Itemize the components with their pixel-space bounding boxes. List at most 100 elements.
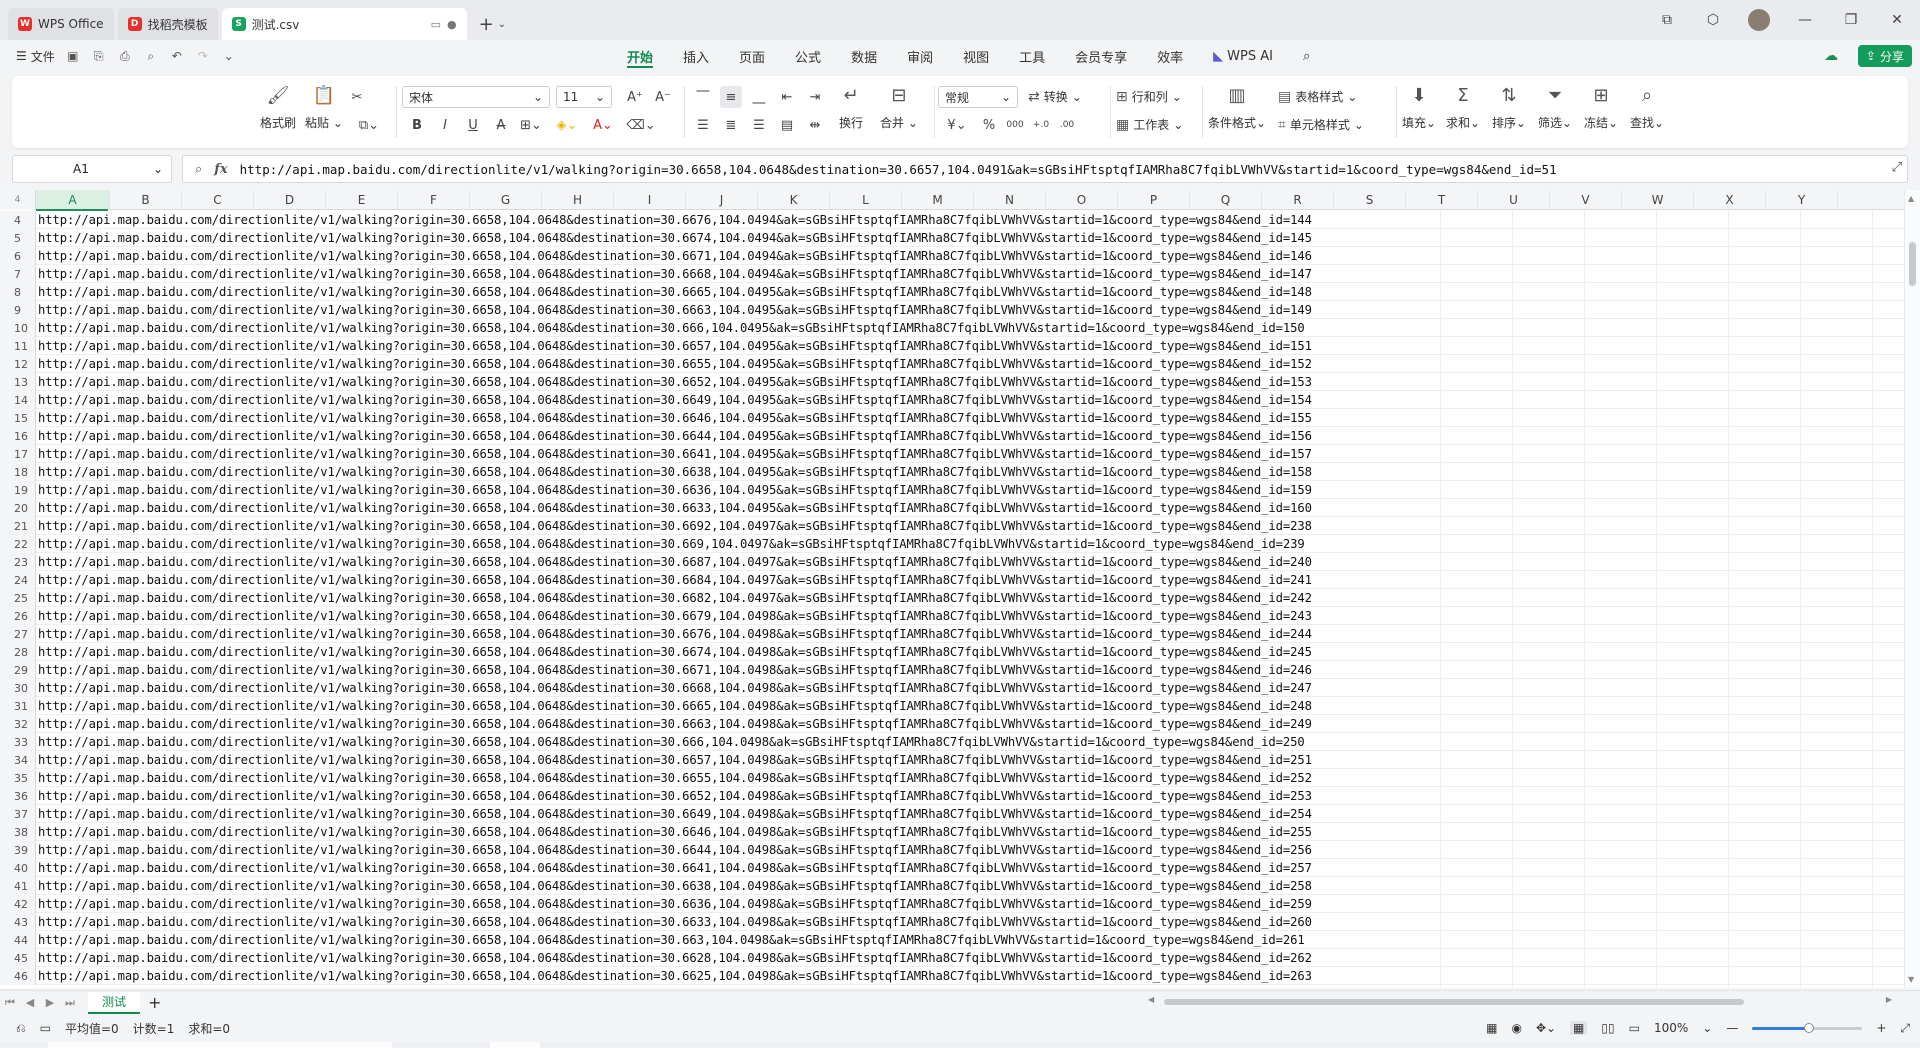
fill-color-icon[interactable]: ◈⌄ (552, 114, 582, 136)
cell-a[interactable]: http://api.map.baidu.com/directionlite/v… (38, 751, 1312, 769)
row-number[interactable]: 28 (0, 643, 36, 661)
row-number[interactable]: 9 (0, 301, 36, 319)
tab-review[interactable]: 审阅 (892, 40, 948, 72)
eye-protection-icon[interactable]: ◉ (1511, 1021, 1521, 1035)
cell-a[interactable]: http://api.map.baidu.com/directionlite/v… (38, 589, 1312, 607)
column-header-x[interactable]: X (1694, 190, 1766, 210)
column-header-i[interactable]: I (614, 190, 686, 210)
cell-a[interactable]: http://api.map.baidu.com/directionlite/v… (38, 517, 1312, 535)
column-header-b[interactable]: B (110, 190, 182, 210)
cell-a[interactable]: http://api.map.baidu.com/directionlite/v… (38, 553, 1312, 571)
window-restore-icon[interactable]: ▭ (431, 18, 441, 31)
tab-docer-templates[interactable]: D 找稻壳模板 (117, 8, 218, 40)
cell-a[interactable]: http://api.map.baidu.com/directionlite/v… (38, 283, 1312, 301)
row-number[interactable]: 20 (0, 499, 36, 517)
file-menu-button[interactable]: ☰ 文件 (16, 48, 55, 65)
row-number[interactable]: 27 (0, 625, 36, 643)
percent-icon[interactable]: % (978, 114, 1000, 136)
copy-icon[interactable]: ⧉⌄ (352, 114, 386, 136)
tab-formula[interactable]: 公式 (780, 40, 836, 72)
cell-a[interactable]: http://api.map.baidu.com/directionlite/v… (38, 715, 1312, 733)
thousands-separator-icon[interactable]: 000 (1004, 114, 1026, 136)
zoom-formula-icon[interactable]: ⌕ (195, 162, 202, 177)
row-number[interactable]: 46 (0, 967, 36, 985)
align-bottom-icon[interactable]: ⎽ (748, 86, 770, 108)
align-right-icon[interactable]: ☰ (748, 114, 770, 136)
tab-status-dot-icon[interactable]: ● (447, 18, 457, 31)
column-header-o[interactable]: O (1046, 190, 1118, 210)
cell-a[interactable]: http://api.map.baidu.com/directionlite/v… (38, 859, 1312, 877)
conditional-format-button[interactable]: ▥ 条件格式⌄ (1208, 82, 1266, 131)
cell-a[interactable]: http://api.map.baidu.com/directionlite/v… (38, 319, 1305, 337)
justify-icon[interactable]: ▤ (776, 114, 798, 136)
scroll-left-icon[interactable]: ◀ (1148, 995, 1154, 1004)
zoom-slider-knob[interactable] (1804, 1022, 1815, 1033)
vertical-scroll-thumb[interactable] (1909, 242, 1916, 286)
cell-a[interactable]: http://api.map.baidu.com/directionlite/v… (38, 265, 1312, 283)
row-number[interactable]: 42 (0, 895, 36, 913)
row-number[interactable]: 6 (0, 247, 36, 265)
page-break-icon[interactable]: ▭ (1629, 1021, 1640, 1035)
font-size-select[interactable]: 11 ⌄ (556, 86, 612, 108)
expand-formula-icon[interactable]: ⤢ (1892, 160, 1902, 175)
column-header-l[interactable]: L (830, 190, 902, 210)
package-icon[interactable]: ⬡ (1690, 0, 1736, 40)
tab-list-icon[interactable]: ⧉ (1644, 0, 1690, 40)
spreadsheet-grid[interactable]: ABCDEFGHIJKLMNOPQRSTUVWXY 4 4 http://api.… (0, 190, 1920, 988)
currency-icon[interactable]: ¥ ⌄ (942, 114, 972, 136)
cell-style-button[interactable]: ⌗ 单元格样式 ⌄ (1278, 116, 1364, 133)
row-number[interactable]: 5 (0, 229, 36, 247)
next-sheet-icon[interactable]: ▶ (40, 996, 60, 1009)
tab-page[interactable]: 页面 (724, 40, 780, 72)
horizontal-scrollbar[interactable]: ◀ ▶ (1148, 995, 1892, 1007)
maximize-icon[interactable]: ❐ (1828, 0, 1874, 40)
cell-a[interactable]: http://api.map.baidu.com/directionlite/v… (38, 895, 1312, 913)
cell-a[interactable]: http://api.map.baidu.com/directionlite/v… (38, 805, 1312, 823)
decrease-indent-icon[interactable]: ⇤ (776, 86, 798, 108)
table-style-button[interactable]: ▤ 表格样式 ⌄ (1278, 88, 1357, 105)
column-header-u[interactable]: U (1478, 190, 1550, 210)
tab-tools[interactable]: 工具 (1004, 40, 1060, 72)
row-number[interactable]: 33 (0, 733, 36, 751)
search-icon[interactable]: ⌕ (1288, 40, 1325, 72)
scroll-up-icon[interactable]: ▲ (1908, 194, 1914, 203)
last-sheet-icon[interactable]: ⏭ (60, 996, 80, 1010)
row-number[interactable]: 34 (0, 751, 36, 769)
bold-icon[interactable]: B (406, 114, 428, 136)
distribute-icon[interactable]: ⇹ (804, 114, 826, 136)
decrease-font-icon[interactable]: A⁻ (652, 86, 674, 108)
row-number[interactable]: 16 (0, 427, 36, 445)
align-top-icon[interactable]: ⎺ (692, 86, 714, 108)
sum-button[interactable]: Σ 求和⌄ (1446, 82, 1480, 131)
convert-button[interactable]: ⇄ 转换 ⌄ (1028, 88, 1082, 105)
column-header-q[interactable]: Q (1190, 190, 1262, 210)
cell-a[interactable]: http://api.map.baidu.com/directionlite/v… (38, 679, 1312, 697)
column-header-s[interactable]: S (1334, 190, 1406, 210)
avatar[interactable] (1748, 9, 1770, 31)
font-color-icon[interactable]: A⌄ (588, 114, 618, 136)
find-button[interactable]: ⌕ 查找⌄ (1630, 82, 1664, 131)
row-number[interactable]: 31 (0, 697, 36, 715)
strikethrough-icon[interactable]: A (490, 114, 512, 136)
select-all-corner[interactable]: 4 (0, 190, 36, 210)
cell-a[interactable]: http://api.map.baidu.com/directionlite/v… (38, 643, 1312, 661)
cell-a[interactable]: http://api.map.baidu.com/directionlite/v… (38, 499, 1312, 517)
worksheet-button[interactable]: ▦ 工作表 ⌄ (1116, 116, 1183, 133)
normal-view-icon[interactable]: ▦ (1570, 1021, 1588, 1035)
cell-a[interactable]: http://api.map.baidu.com/directionlite/v… (38, 481, 1312, 499)
zoom-in-icon[interactable]: + (1876, 1021, 1886, 1035)
cell-a[interactable]: http://api.map.baidu.com/directionlite/v… (38, 211, 1312, 229)
horizontal-scroll-thumb[interactable] (1164, 999, 1744, 1005)
cell-a[interactable]: http://api.map.baidu.com/directionlite/v… (38, 625, 1312, 643)
wrap-text-button[interactable]: ↵ 换行 (838, 82, 864, 131)
row-number[interactable]: 13 (0, 373, 36, 391)
row-number[interactable]: 19 (0, 481, 36, 499)
minimize-icon[interactable]: — (1782, 0, 1828, 40)
row-number[interactable]: 23 (0, 553, 36, 571)
row-number[interactable]: 10 (0, 319, 36, 337)
chevron-down-icon[interactable]: ⌄ (1702, 1021, 1712, 1035)
vertical-scrollbar[interactable]: ▲ ▼ (1904, 190, 1920, 988)
cell-a[interactable]: http://api.map.baidu.com/directionlite/v… (38, 769, 1312, 787)
row-number[interactable]: 21 (0, 517, 36, 535)
row-number[interactable]: 36 (0, 787, 36, 805)
